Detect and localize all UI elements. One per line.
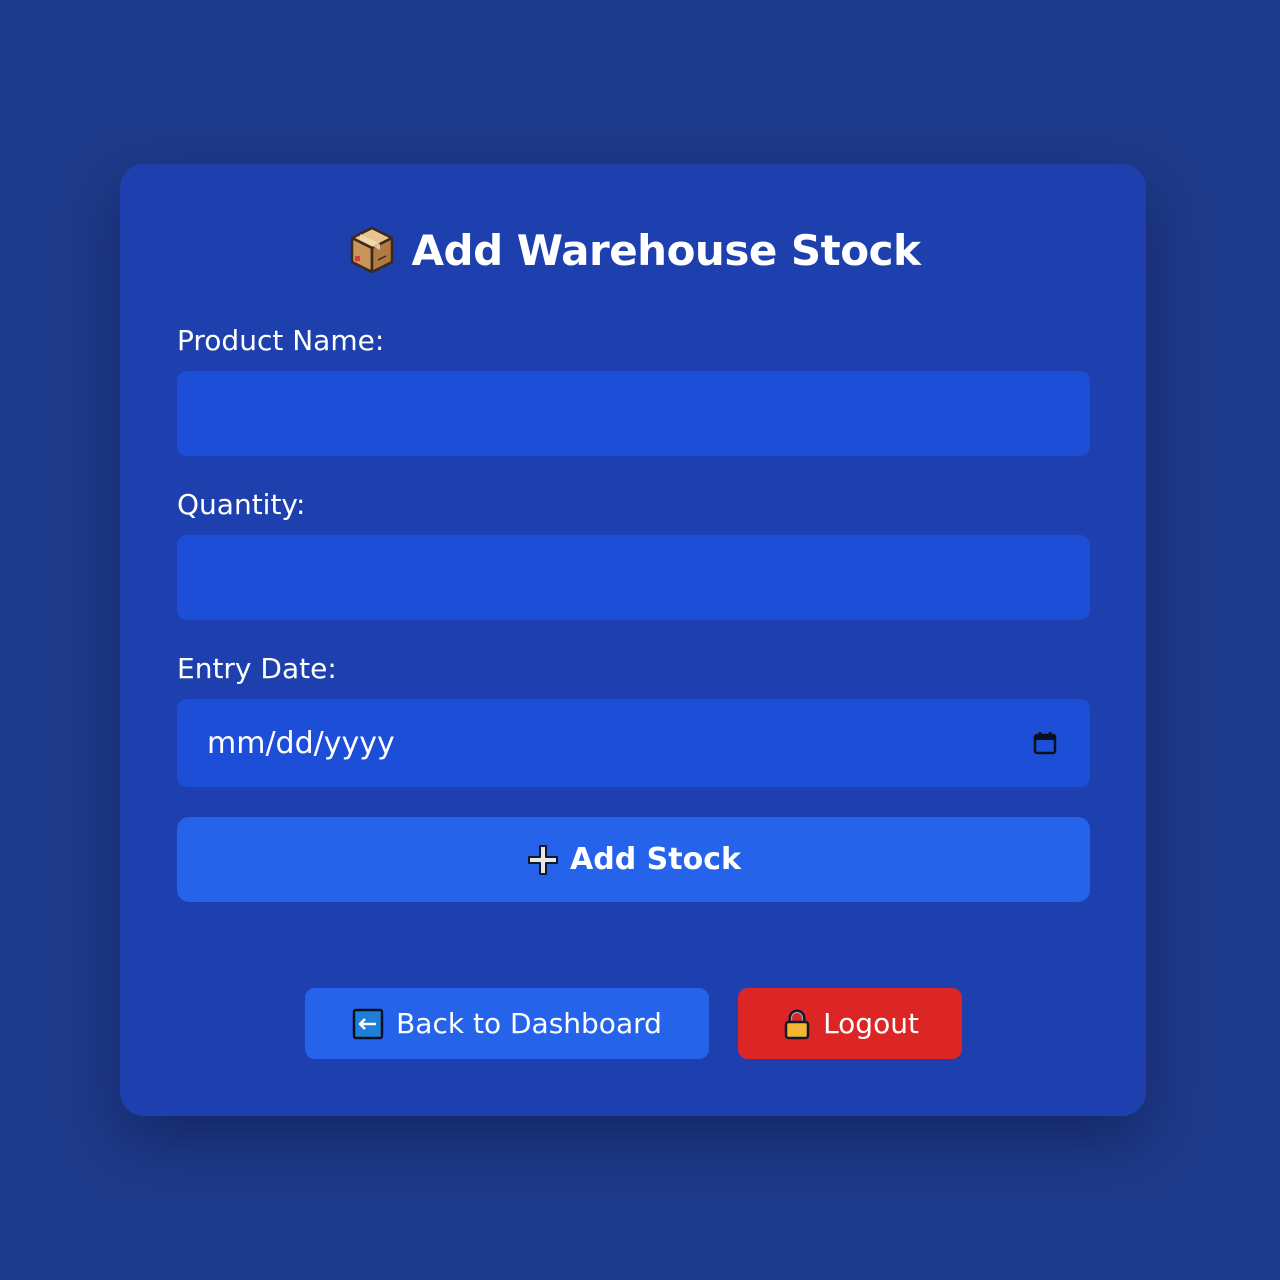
logout-button[interactable]: Logout (738, 988, 962, 1059)
back-to-dashboard-label: Back to Dashboard (396, 1007, 662, 1040)
product-name-label: Product Name: (177, 324, 385, 357)
entry-date-label: Entry Date: (177, 652, 337, 685)
entry-date-input[interactable]: mm/dd/yyyy (177, 699, 1090, 787)
quantity-label: Quantity: (177, 488, 306, 521)
quantity-input[interactable] (177, 535, 1090, 620)
add-stock-label: Add Stock (570, 842, 741, 877)
logout-label: Logout (823, 1007, 919, 1040)
add-stock-button[interactable]: Add Stock (177, 817, 1090, 902)
product-name-input[interactable] (177, 371, 1090, 456)
page-title: Add Warehouse Stock (411, 225, 921, 275)
package-icon (346, 224, 398, 276)
back-to-dashboard-button[interactable]: Back to Dashboard (305, 988, 709, 1059)
title-row: Add Warehouse Stock (120, 220, 1146, 280)
lock-icon (781, 1008, 813, 1040)
entry-date-placeholder: mm/dd/yyyy (207, 725, 395, 761)
plus-icon (526, 843, 560, 877)
calendar-icon[interactable] (1032, 730, 1058, 756)
add-stock-card: Add Warehouse Stock Product Name: Quanti… (120, 164, 1146, 1116)
left-arrow-icon (352, 1008, 384, 1040)
